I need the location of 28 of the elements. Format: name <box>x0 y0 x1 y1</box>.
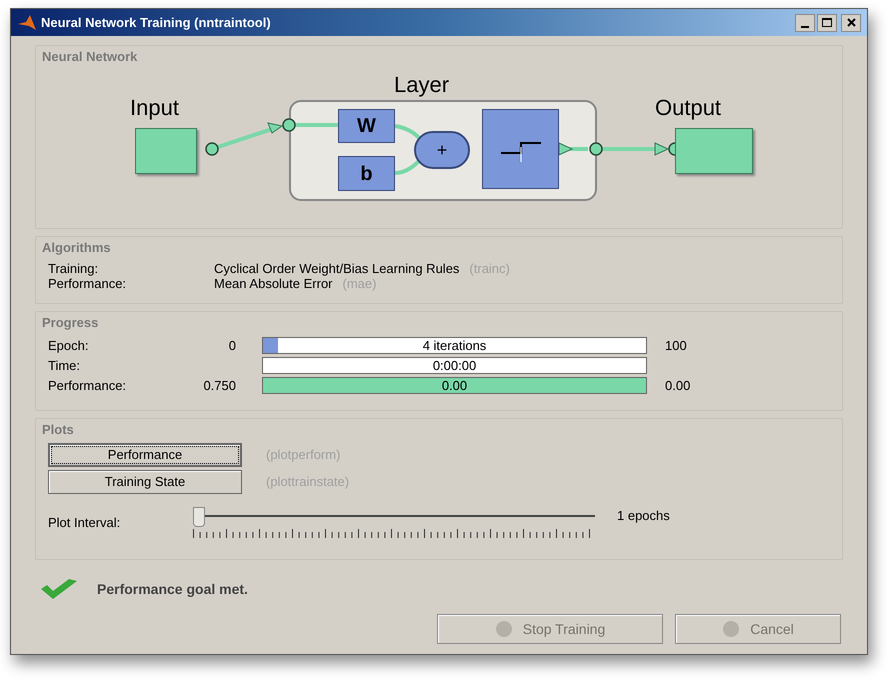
progress-label: Epoch: <box>48 336 90 355</box>
input-label: Input <box>130 97 179 119</box>
slider-reading: 1 epochs <box>617 507 670 526</box>
bias-block: b <box>338 156 395 191</box>
progress-text: 4 iterations <box>422 338 488 353</box>
progress-label: Time: <box>48 356 82 375</box>
output-label: Output <box>655 97 722 119</box>
algorithm-label: Training: <box>48 261 100 276</box>
panel-title: Plots <box>42 421 75 439</box>
weight-block: W <box>338 109 395 143</box>
status-message: Performance goal met. <box>97 580 248 599</box>
panel-title: Progress <box>42 314 100 332</box>
progress-label: Performance: <box>48 376 128 395</box>
slider-label: Plot Interval: <box>48 514 122 532</box>
start-value: 0.750 <box>203 376 236 395</box>
start-value: 0 <box>228 336 236 355</box>
algorithm-value: Cyclical Order Weight/Bias Learning Rules <box>214 261 460 276</box>
algorithm-label: Performance: <box>48 276 128 291</box>
panel-title: Neural Network <box>42 48 138 66</box>
progress-text: 0.00 <box>440 378 468 393</box>
window-title: Neural Network Training (nntraintool) <box>41 14 271 32</box>
end-value: 100 <box>665 336 687 355</box>
algorithm-value: Mean Absolute Error <box>214 276 333 291</box>
plot-button[interactable]: Performance <box>48 443 242 467</box>
layer-label: Layer <box>394 74 450 96</box>
end-value: 0.00 <box>665 376 690 395</box>
plot-button[interactable]: Training State <box>48 470 242 494</box>
panel-title: Algorithms <box>42 239 112 257</box>
